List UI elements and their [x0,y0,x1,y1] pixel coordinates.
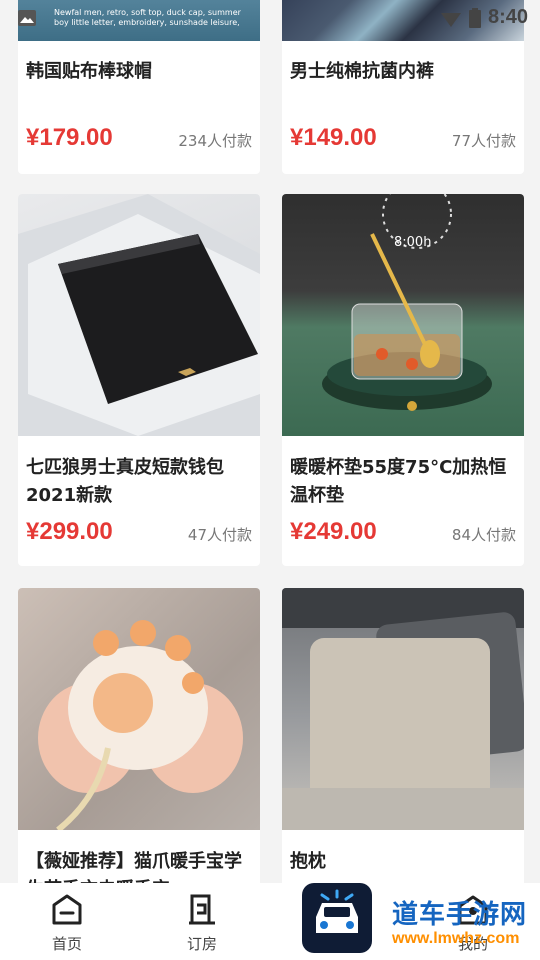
product-name: 七匹狼男士真皮短款钱包2021新款 [26,457,224,506]
product-name: 男士纯棉抗菌内裤 [290,61,434,82]
product-image [282,0,524,41]
product-sold-count: 84人付款 [451,526,516,544]
cup-warmer-illustration [322,194,492,411]
tab-order[interactable]: 订房 [157,893,247,954]
product-sold-count: 77人付款 [451,132,516,150]
product-price: ¥179.00 [26,124,113,151]
product-name: 抱枕 [290,851,326,872]
product-card[interactable]: 男士纯棉抗菌内裤 ¥149.00 77人付款 [282,0,524,174]
product-image: 8:00h [282,194,524,436]
banner-caption: Newfal men, retro, soft top, duck cap, s… [54,8,241,27]
product-sold-count: 234人付款 [178,132,252,150]
tab-center[interactable] [292,881,382,959]
product-name: 韩国贴布棒球帽 [26,61,152,82]
product-price: ¥299.00 [26,518,113,545]
timer-display: 8:00h [394,235,432,250]
product-price: ¥149.00 [290,124,377,151]
product-card[interactable]: 【薇娅推荐】猫爪暖手宝学生节手充电暖手宝 [18,588,260,888]
product-card[interactable]: 抱枕 [282,588,524,888]
home-icon [52,894,82,925]
product-card[interactable]: 七匹狼男士真皮短款钱包2021新款 ¥299.00 47人付款 [18,194,260,566]
product-image [18,194,260,436]
tab-home-label: 首页 [51,935,82,953]
product-image [282,588,524,830]
product-image: Newfal men, retro, soft top, duck cap, s… [18,0,260,41]
car-icon [302,883,372,953]
watermark-url: www.lmwhz.com [392,930,520,947]
product-name: 【薇娅推荐】猫爪暖手宝学生节手充电暖手宝 [26,851,242,888]
order-icon [189,894,215,925]
pillow-illustration [282,588,524,830]
product-card[interactable]: 8:00h 暖暖杯垫55度75°C加热恒温杯垫 ¥249.00 84人付款 [282,194,524,566]
product-sold-count: 47人付款 [187,526,252,544]
hand-warmer-illustration [38,620,243,833]
site-watermark: 道车手游网 www.lmwhz.com [392,900,527,948]
product-image [18,588,260,833]
product-name: 暖暖杯垫55度75°C加热恒温杯垫 [290,457,507,506]
watermark-title: 道车手游网 [392,900,528,930]
product-card[interactable]: Newfal men, retro, soft top, duck cap, s… [18,0,260,174]
wallet-illustration [18,194,260,436]
product-price: ¥249.00 [290,518,377,545]
tab-home[interactable]: 首页 [22,893,112,954]
tab-order-label: 订房 [186,935,217,953]
